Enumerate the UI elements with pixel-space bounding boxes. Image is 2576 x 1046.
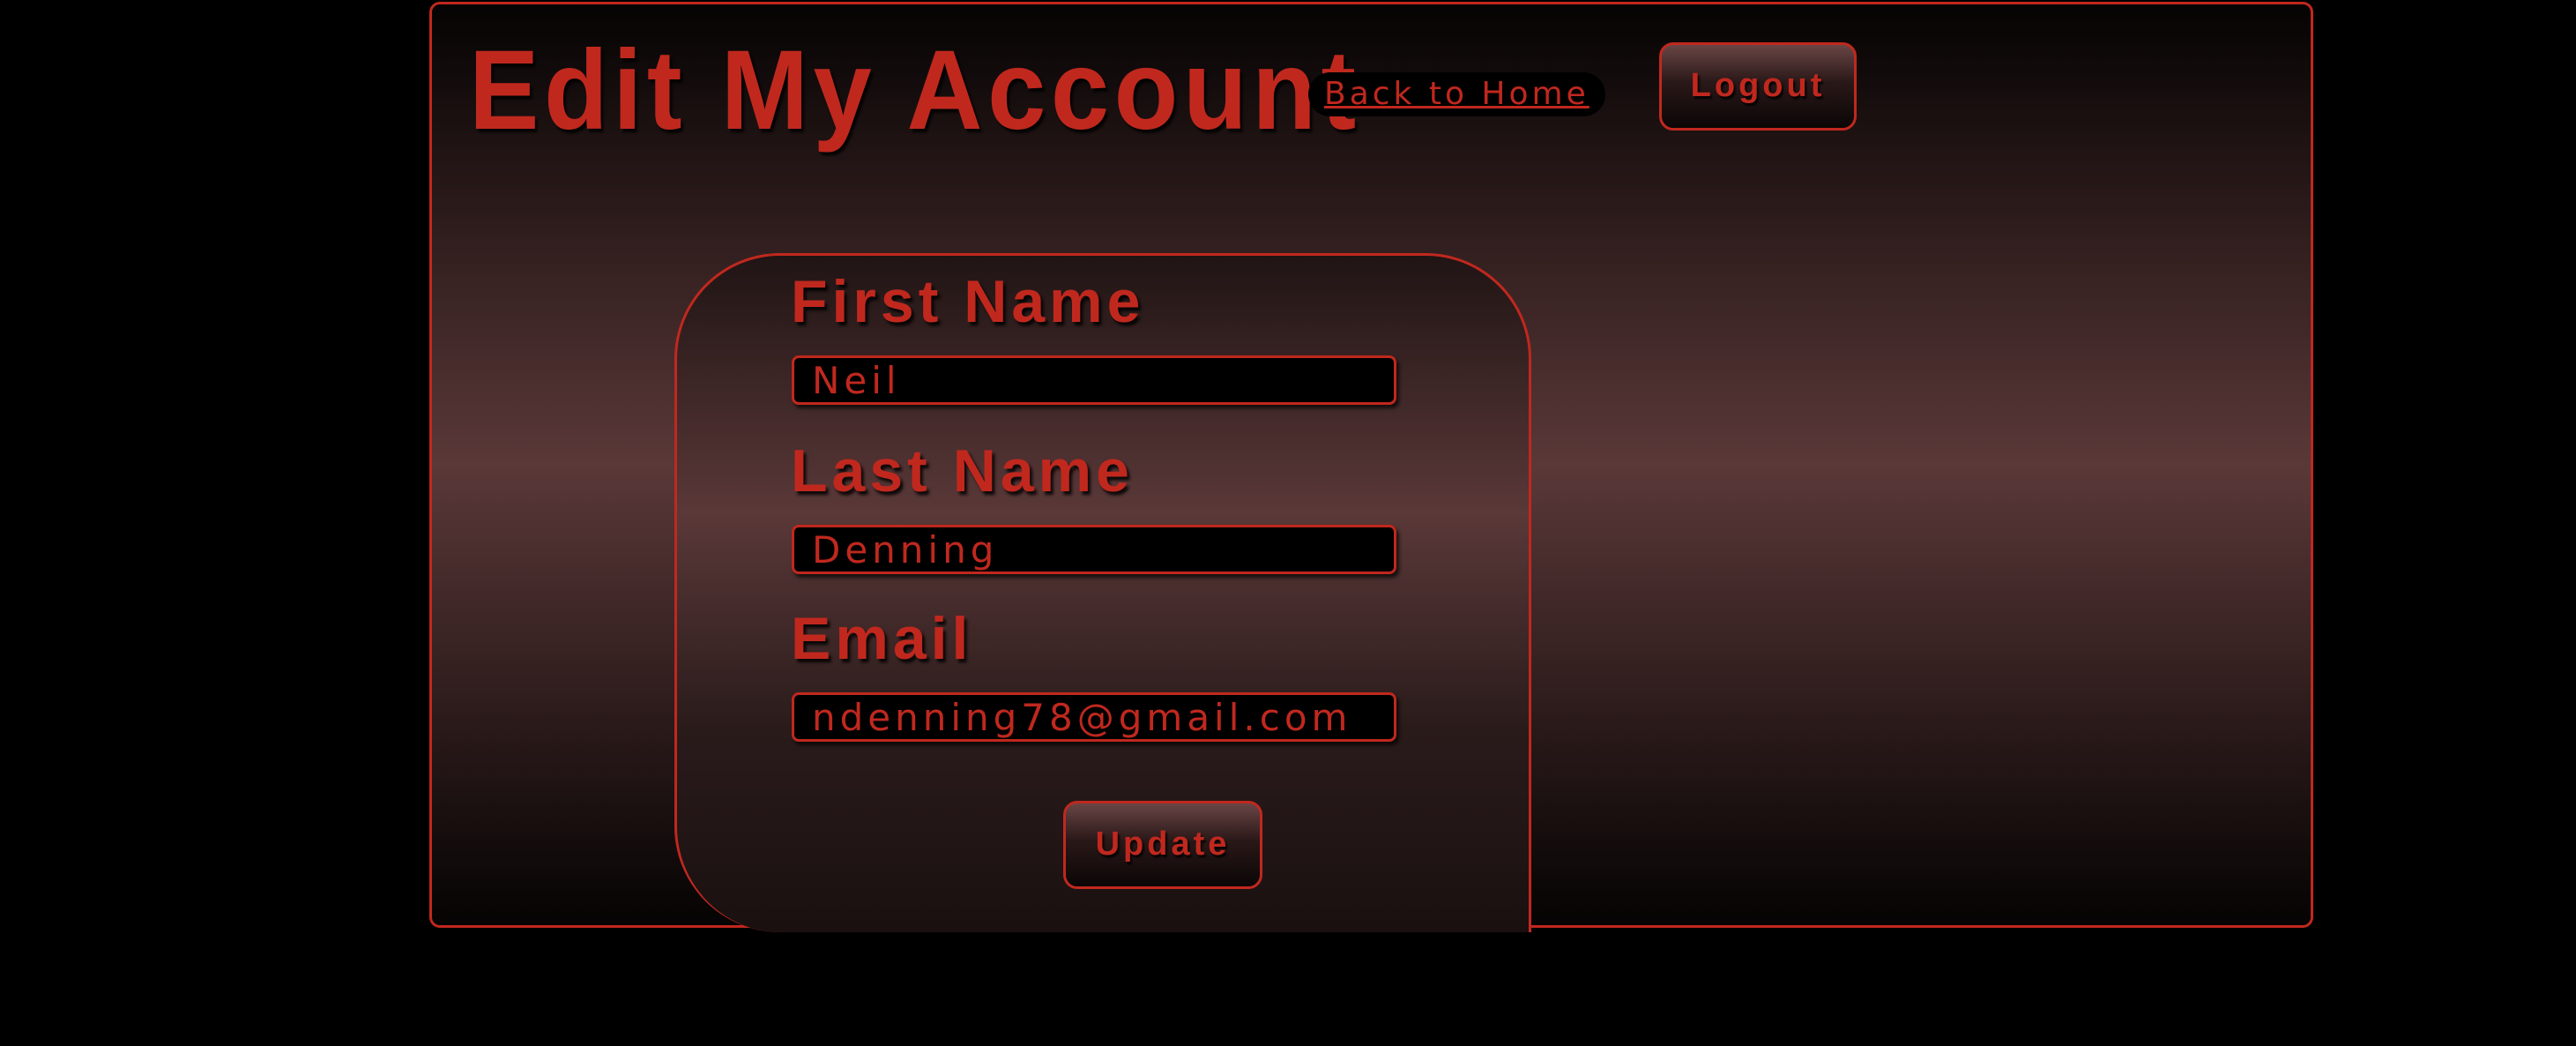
update-button[interactable]: Update [1063,801,1262,889]
first-name-input[interactable] [792,355,1396,405]
email-label: Email [791,605,973,672]
email-input[interactable] [792,692,1396,742]
page-title: Edit My Account [469,27,1361,153]
last-name-input[interactable] [792,525,1396,574]
back-to-home-link[interactable]: Back to Home [1308,72,1605,116]
last-name-label: Last Name [791,437,1134,504]
logout-button[interactable]: Logout [1659,42,1857,131]
first-name-label: First Name [791,268,1145,335]
